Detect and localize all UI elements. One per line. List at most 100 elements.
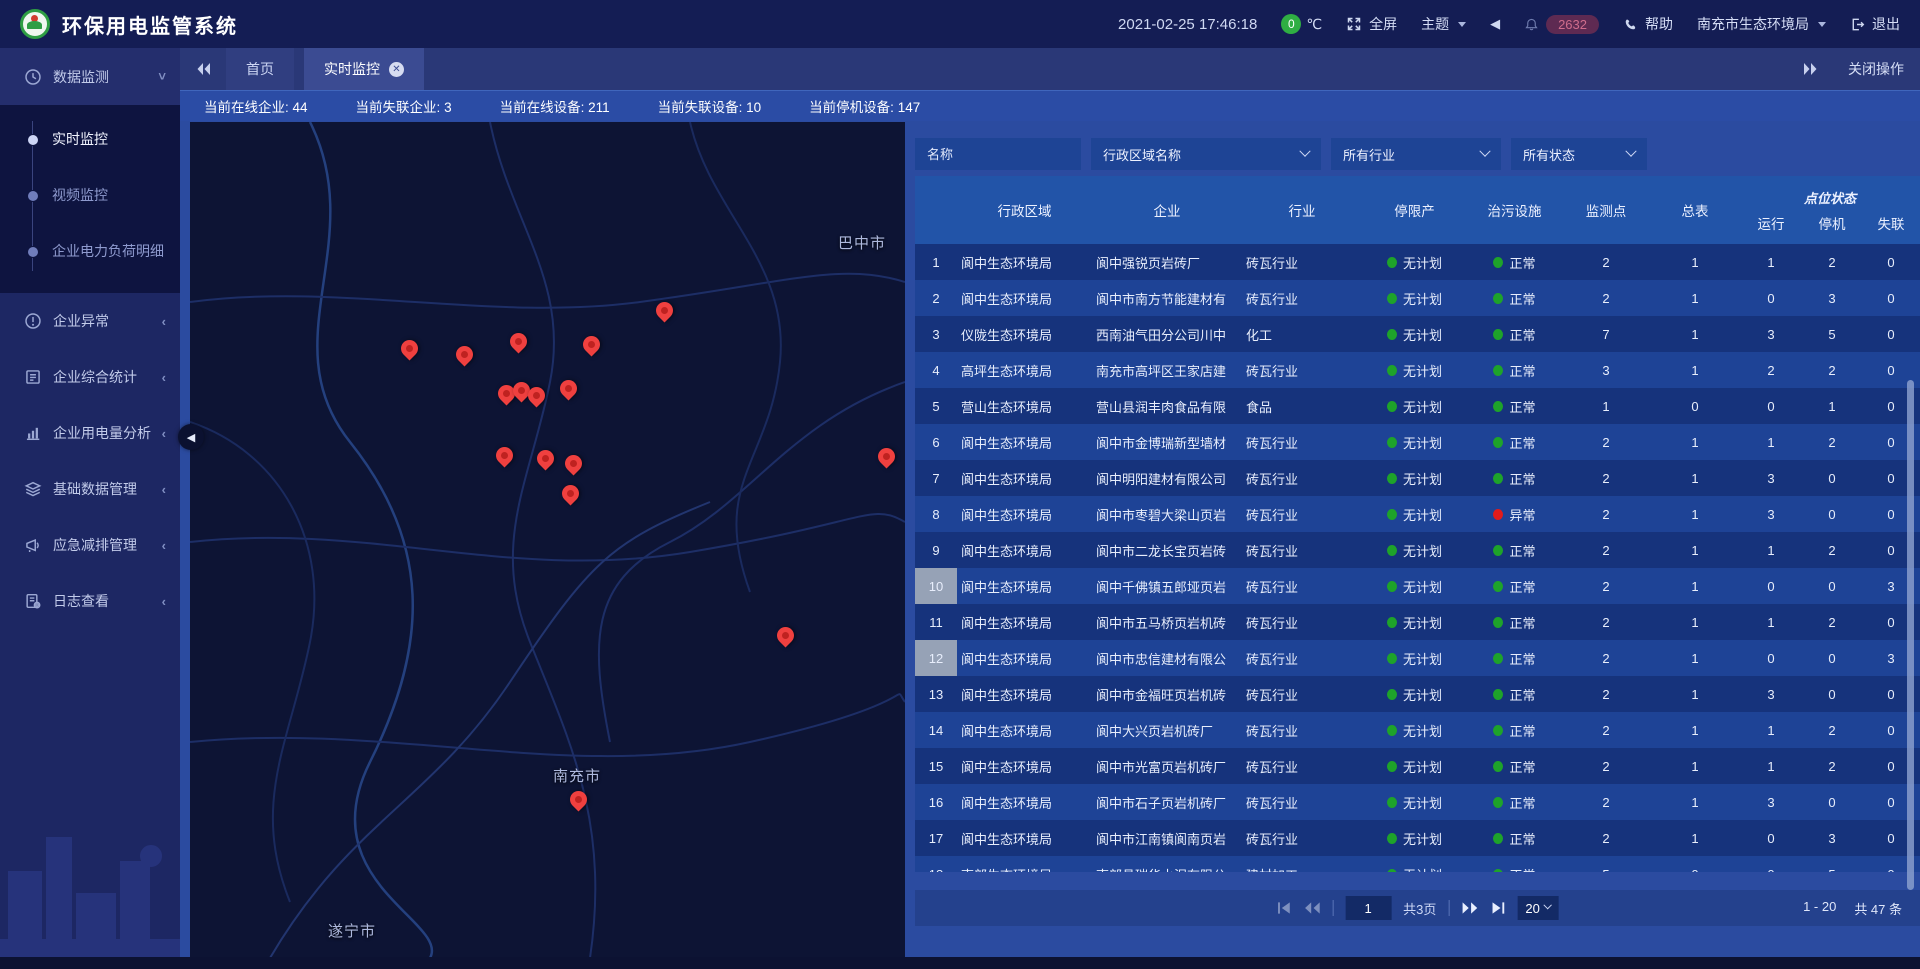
cell-points: 1 [1562, 388, 1650, 424]
table-row[interactable]: 13阆中生态环境局阆中市金福旺页岩机砖砖瓦行业无计划正常21300 [915, 676, 1920, 712]
table-row[interactable]: 6阆中生态环境局阆中市金博瑞新型墙材砖瓦行业无计划正常21120 [915, 424, 1920, 460]
table-row[interactable]: 11阆中生态环境局阆中市五马桥页岩机砖砖瓦行业无计划正常21120 [915, 604, 1920, 640]
cell-facility: 正常 [1467, 388, 1562, 424]
next-page-button[interactable] [1461, 901, 1478, 915]
table-row[interactable]: 17阆中生态环境局阆中市江南镇阆南页岩砖瓦行业无计划正常21030 [915, 820, 1920, 856]
enterprise-alert-icon [24, 312, 42, 330]
map-collapse-handle[interactable]: ◀ [178, 424, 204, 450]
stat-item-3: 当前失联设备: 10 [658, 96, 762, 116]
status-dot-ok [1493, 365, 1503, 376]
help-button[interactable]: 帮助 [1623, 14, 1673, 34]
prev-page-button[interactable] [1303, 901, 1320, 915]
logout-label: 退出 [1872, 14, 1900, 34]
first-page-button[interactable] [1276, 901, 1291, 915]
stat-value: 147 [898, 100, 921, 115]
cell-region: 阆中生态环境局 [957, 568, 1092, 604]
map-panel[interactable]: 巴中市南充市遂宁市 [190, 122, 905, 958]
col-header-stop: 停机 [1802, 213, 1862, 233]
cell-region: 阆中生态环境局 [957, 748, 1092, 784]
sidebar-item-6[interactable]: 日志查看‹ [0, 573, 180, 629]
cell-meter: 0 [1650, 856, 1740, 872]
status-dot-ok [1387, 257, 1397, 268]
status-dot-ok [1493, 761, 1503, 772]
cell-facility: 正常 [1467, 712, 1562, 748]
last-page-button[interactable] [1490, 901, 1505, 915]
sidebar-item-5[interactable]: 应急减排管理‹ [0, 517, 180, 573]
table-row[interactable]: 18南部生态环境局南部县瑞华水泥有限公建材加工无计划正常50050 [915, 856, 1920, 872]
table-row[interactable]: 4高坪生态环境局南充市高坪区王家店建砖瓦行业无计划正常31220 [915, 352, 1920, 388]
table-row[interactable]: 16阆中生态环境局阆中市石子页岩机砖厂砖瓦行业无计划正常21300 [915, 784, 1920, 820]
stat-label: 当前在线企业: [204, 100, 293, 115]
sidebar-subitem-0[interactable]: 实时监控 [0, 111, 180, 167]
close-operations-button[interactable]: 关闭操作 [1848, 59, 1904, 79]
status-dot-ok [1493, 545, 1503, 556]
cell-points: 2 [1562, 244, 1650, 280]
cell-limit: 无计划 [1362, 316, 1467, 352]
table-row[interactable]: 10阆中生态环境局阆中千佛镇五郎垭页岩砖瓦行业无计划正常21003 [915, 568, 1920, 604]
region-filter-select[interactable]: 行政区域名称 [1091, 138, 1321, 170]
cell-limit: 无计划 [1362, 388, 1467, 424]
table-row[interactable]: 7阆中生态环境局阆中明阳建材有限公司砖瓦行业无计划正常21300 [915, 460, 1920, 496]
tabs-scroll-left-button[interactable] [196, 62, 212, 76]
table-row[interactable]: 12阆中生态环境局阆中市忠信建材有限公砖瓦行业无计划正常21003 [915, 640, 1920, 676]
notifications-button[interactable]: 2632 [1524, 15, 1599, 34]
fullscreen-button[interactable]: 全屏 [1346, 14, 1397, 34]
stat-item-4: 当前停机设备: 147 [809, 96, 920, 116]
industry-filter-select[interactable]: 所有行业 [1331, 138, 1501, 170]
cell-limit: 无计划 [1362, 496, 1467, 532]
cell-limit: 无计划 [1362, 280, 1467, 316]
status-dot-ok [1387, 869, 1397, 873]
sidebar-item-1[interactable]: 企业异常‹ [0, 293, 180, 349]
sidebar-subitem-1[interactable]: 视频监控 [0, 167, 180, 223]
page-number-input[interactable] [1345, 896, 1391, 920]
cell-facility: 正常 [1467, 316, 1562, 352]
stat-item-2: 当前在线设备: 211 [500, 96, 610, 116]
volume-button[interactable]: ◀ [1490, 16, 1500, 32]
page-size-select[interactable]: 20 [1517, 896, 1558, 920]
map-city-label: 遂宁市 [328, 920, 376, 941]
table-row[interactable]: 14阆中生态环境局阆中大兴页岩机砖厂砖瓦行业无计划正常21120 [915, 712, 1920, 748]
sidebar-subitem-2[interactable]: 企业电力负荷明细 [0, 223, 180, 279]
sidebar-item-3[interactable]: 企业用电量分析‹ [0, 405, 180, 461]
cell-stop: 3 [1802, 280, 1862, 316]
sidebar-item-2[interactable]: 企业综合统计‹ [0, 349, 180, 405]
tab-1[interactable]: 实时监控✕ [304, 48, 424, 90]
cell-limit: 无计划 [1362, 424, 1467, 460]
tab-close-icon[interactable]: ✕ [389, 62, 404, 77]
cell-region: 南部生态环境局 [957, 856, 1092, 872]
sidebar-item-0[interactable]: 数据监测˅ [0, 48, 180, 105]
cell-stop: 2 [1802, 532, 1862, 568]
region-filter-value: 行政区域名称 [1103, 145, 1181, 164]
name-filter-input[interactable] [915, 138, 1081, 170]
logout-icon [1850, 17, 1865, 32]
cell-points: 2 [1562, 820, 1650, 856]
org-dropdown[interactable]: 南充市生态环境局 [1697, 14, 1826, 34]
table-row[interactable]: 1阆中生态环境局阆中强锐页岩砖厂砖瓦行业无计划正常21120 [915, 244, 1920, 280]
sidebar-item-label: 日志查看 [53, 591, 109, 611]
sidebar-item-4[interactable]: 基础数据管理‹ [0, 461, 180, 517]
tab-0[interactable]: 首页 [226, 48, 294, 90]
logout-button[interactable]: 退出 [1850, 14, 1900, 34]
table-row[interactable]: 15阆中生态环境局阆中市光富页岩机砖厂砖瓦行业无计划正常21120 [915, 748, 1920, 784]
temperature: 0 ℃ [1281, 14, 1322, 34]
table-row[interactable]: 5营山生态环境局营山县润丰肉食品有限食品无计划正常10010 [915, 388, 1920, 424]
table-row[interactable]: 8阆中生态环境局阆中市枣碧大梁山页岩砖瓦行业无计划异常21300 [915, 496, 1920, 532]
status-dot-ok [1493, 293, 1503, 304]
table-row[interactable]: 3仪陇生态环境局西南油气田分公司川中化工无计划正常71350 [915, 316, 1920, 352]
table-scrollbar[interactable] [1907, 380, 1914, 890]
cell-company: 阆中明阳建材有限公司 [1092, 460, 1242, 496]
enterprise-stats-icon [24, 368, 42, 386]
cell-num: 17 [915, 820, 957, 856]
sidebar-item-label: 企业用电量分析 [53, 423, 151, 443]
theme-dropdown[interactable]: 主题 [1421, 14, 1466, 34]
status-dot-ok [1493, 257, 1503, 268]
status-filter-select[interactable]: 所有状态 [1511, 138, 1647, 170]
map-roads-decoration [190, 122, 905, 958]
cell-limit: 无计划 [1362, 568, 1467, 604]
cell-lost: 0 [1862, 244, 1920, 280]
table-row[interactable]: 2阆中生态环境局阆中市南方节能建材有砖瓦行业无计划正常21030 [915, 280, 1920, 316]
cell-facility: 正常 [1467, 568, 1562, 604]
cell-num: 16 [915, 784, 957, 820]
tabs-scroll-right-button[interactable] [1802, 62, 1818, 76]
table-row[interactable]: 9阆中生态环境局阆中市二龙长宝页岩砖砖瓦行业无计划正常21120 [915, 532, 1920, 568]
